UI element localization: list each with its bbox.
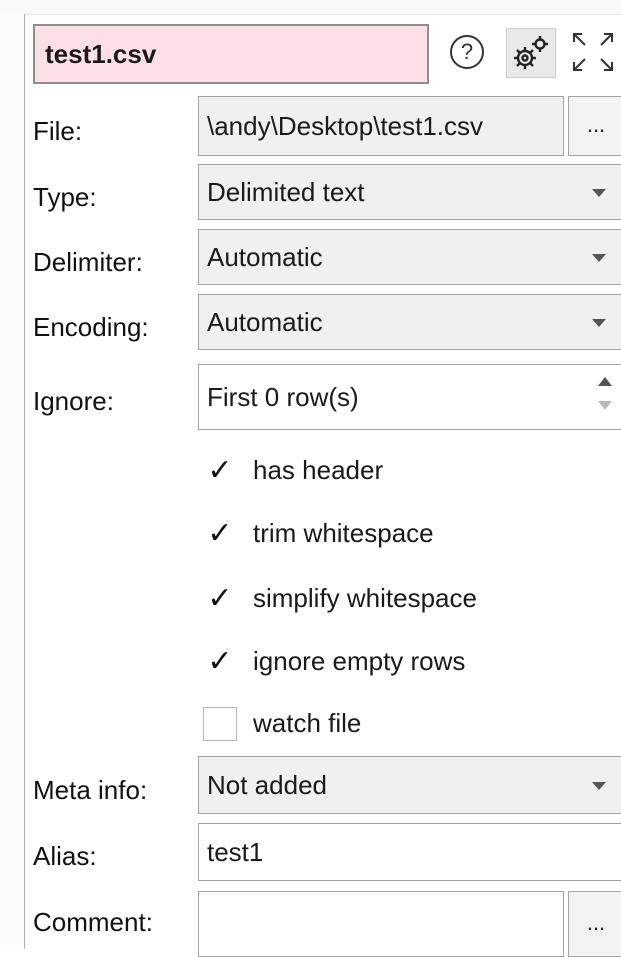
meta-info-select-value: Not added <box>207 770 327 800</box>
alias-input[interactable]: test1 <box>198 823 621 881</box>
checkbox-label: ignore empty rows <box>253 646 466 676</box>
gears-icon <box>514 36 548 69</box>
checkbox-label: trim whitespace <box>253 518 434 548</box>
type-select-value: Delimited text <box>207 177 365 207</box>
settings-button[interactable] <box>506 28 556 78</box>
checkbox-checkmark-icon[interactable]: ✓ <box>203 517 237 551</box>
question-circle-icon: ? <box>450 35 484 69</box>
checkbox-label: has header <box>253 455 384 485</box>
encoding-select-value: Automatic <box>207 307 323 337</box>
chevron-down-icon <box>592 189 606 197</box>
encoding-label: Encoding: <box>33 312 149 342</box>
chevron-down-icon <box>592 319 606 327</box>
edit-comment-button[interactable]: ... <box>568 891 621 957</box>
checkbox-label: simplify whitespace <box>253 583 477 613</box>
comment-label: Comment: <box>33 907 153 937</box>
type-label: Type: <box>33 182 97 212</box>
ignore-rows-value: First 0 row(s) <box>207 382 359 412</box>
expand-arrows-icon <box>573 33 613 71</box>
alias-label: Alias: <box>33 841 97 871</box>
delimiter-label: Delimiter: <box>33 247 143 277</box>
ignore-label: Ignore: <box>33 386 114 416</box>
ignore-rows-spinbox[interactable]: First 0 row(s) <box>198 364 621 430</box>
spin-buttons[interactable] <box>588 365 621 429</box>
meta-info-select[interactable]: Not added <box>198 756 621 814</box>
chevron-down-icon <box>592 782 606 790</box>
spin-down-icon[interactable] <box>598 401 612 410</box>
node-name-field[interactable]: test1.csv <box>33 24 429 84</box>
file-path-field[interactable]: \andy\Desktop\test1.csv <box>198 96 564 156</box>
delimiter-select[interactable]: Automatic <box>198 229 621 285</box>
meta-info-label: Meta info: <box>33 775 148 805</box>
browse-file-button[interactable]: ... <box>568 96 621 156</box>
input-properties-panel: test1.csv ? File: \andy\Desktop\test1.cs… <box>33 0 621 957</box>
comment-input[interactable] <box>198 891 564 957</box>
checkbox-checkmark-icon[interactable]: ✓ <box>203 645 237 679</box>
spin-up-icon[interactable] <box>598 377 612 386</box>
file-label: File: <box>33 116 83 146</box>
help-button[interactable]: ? <box>443 28 493 78</box>
chevron-down-icon <box>592 254 606 262</box>
checkbox-label: watch file <box>253 708 362 738</box>
maximize-button[interactable] <box>568 28 618 78</box>
left-gutter <box>0 14 24 949</box>
panel-divider[interactable] <box>24 14 25 949</box>
checkbox-checkmark-icon[interactable]: ✓ <box>203 582 237 616</box>
checkbox-unchecked-icon[interactable] <box>203 707 237 741</box>
encoding-select[interactable]: Automatic <box>198 294 621 350</box>
delimiter-select-value: Automatic <box>207 242 323 272</box>
checkbox-checkmark-icon[interactable]: ✓ <box>203 454 237 488</box>
type-select[interactable]: Delimited text <box>198 164 621 220</box>
